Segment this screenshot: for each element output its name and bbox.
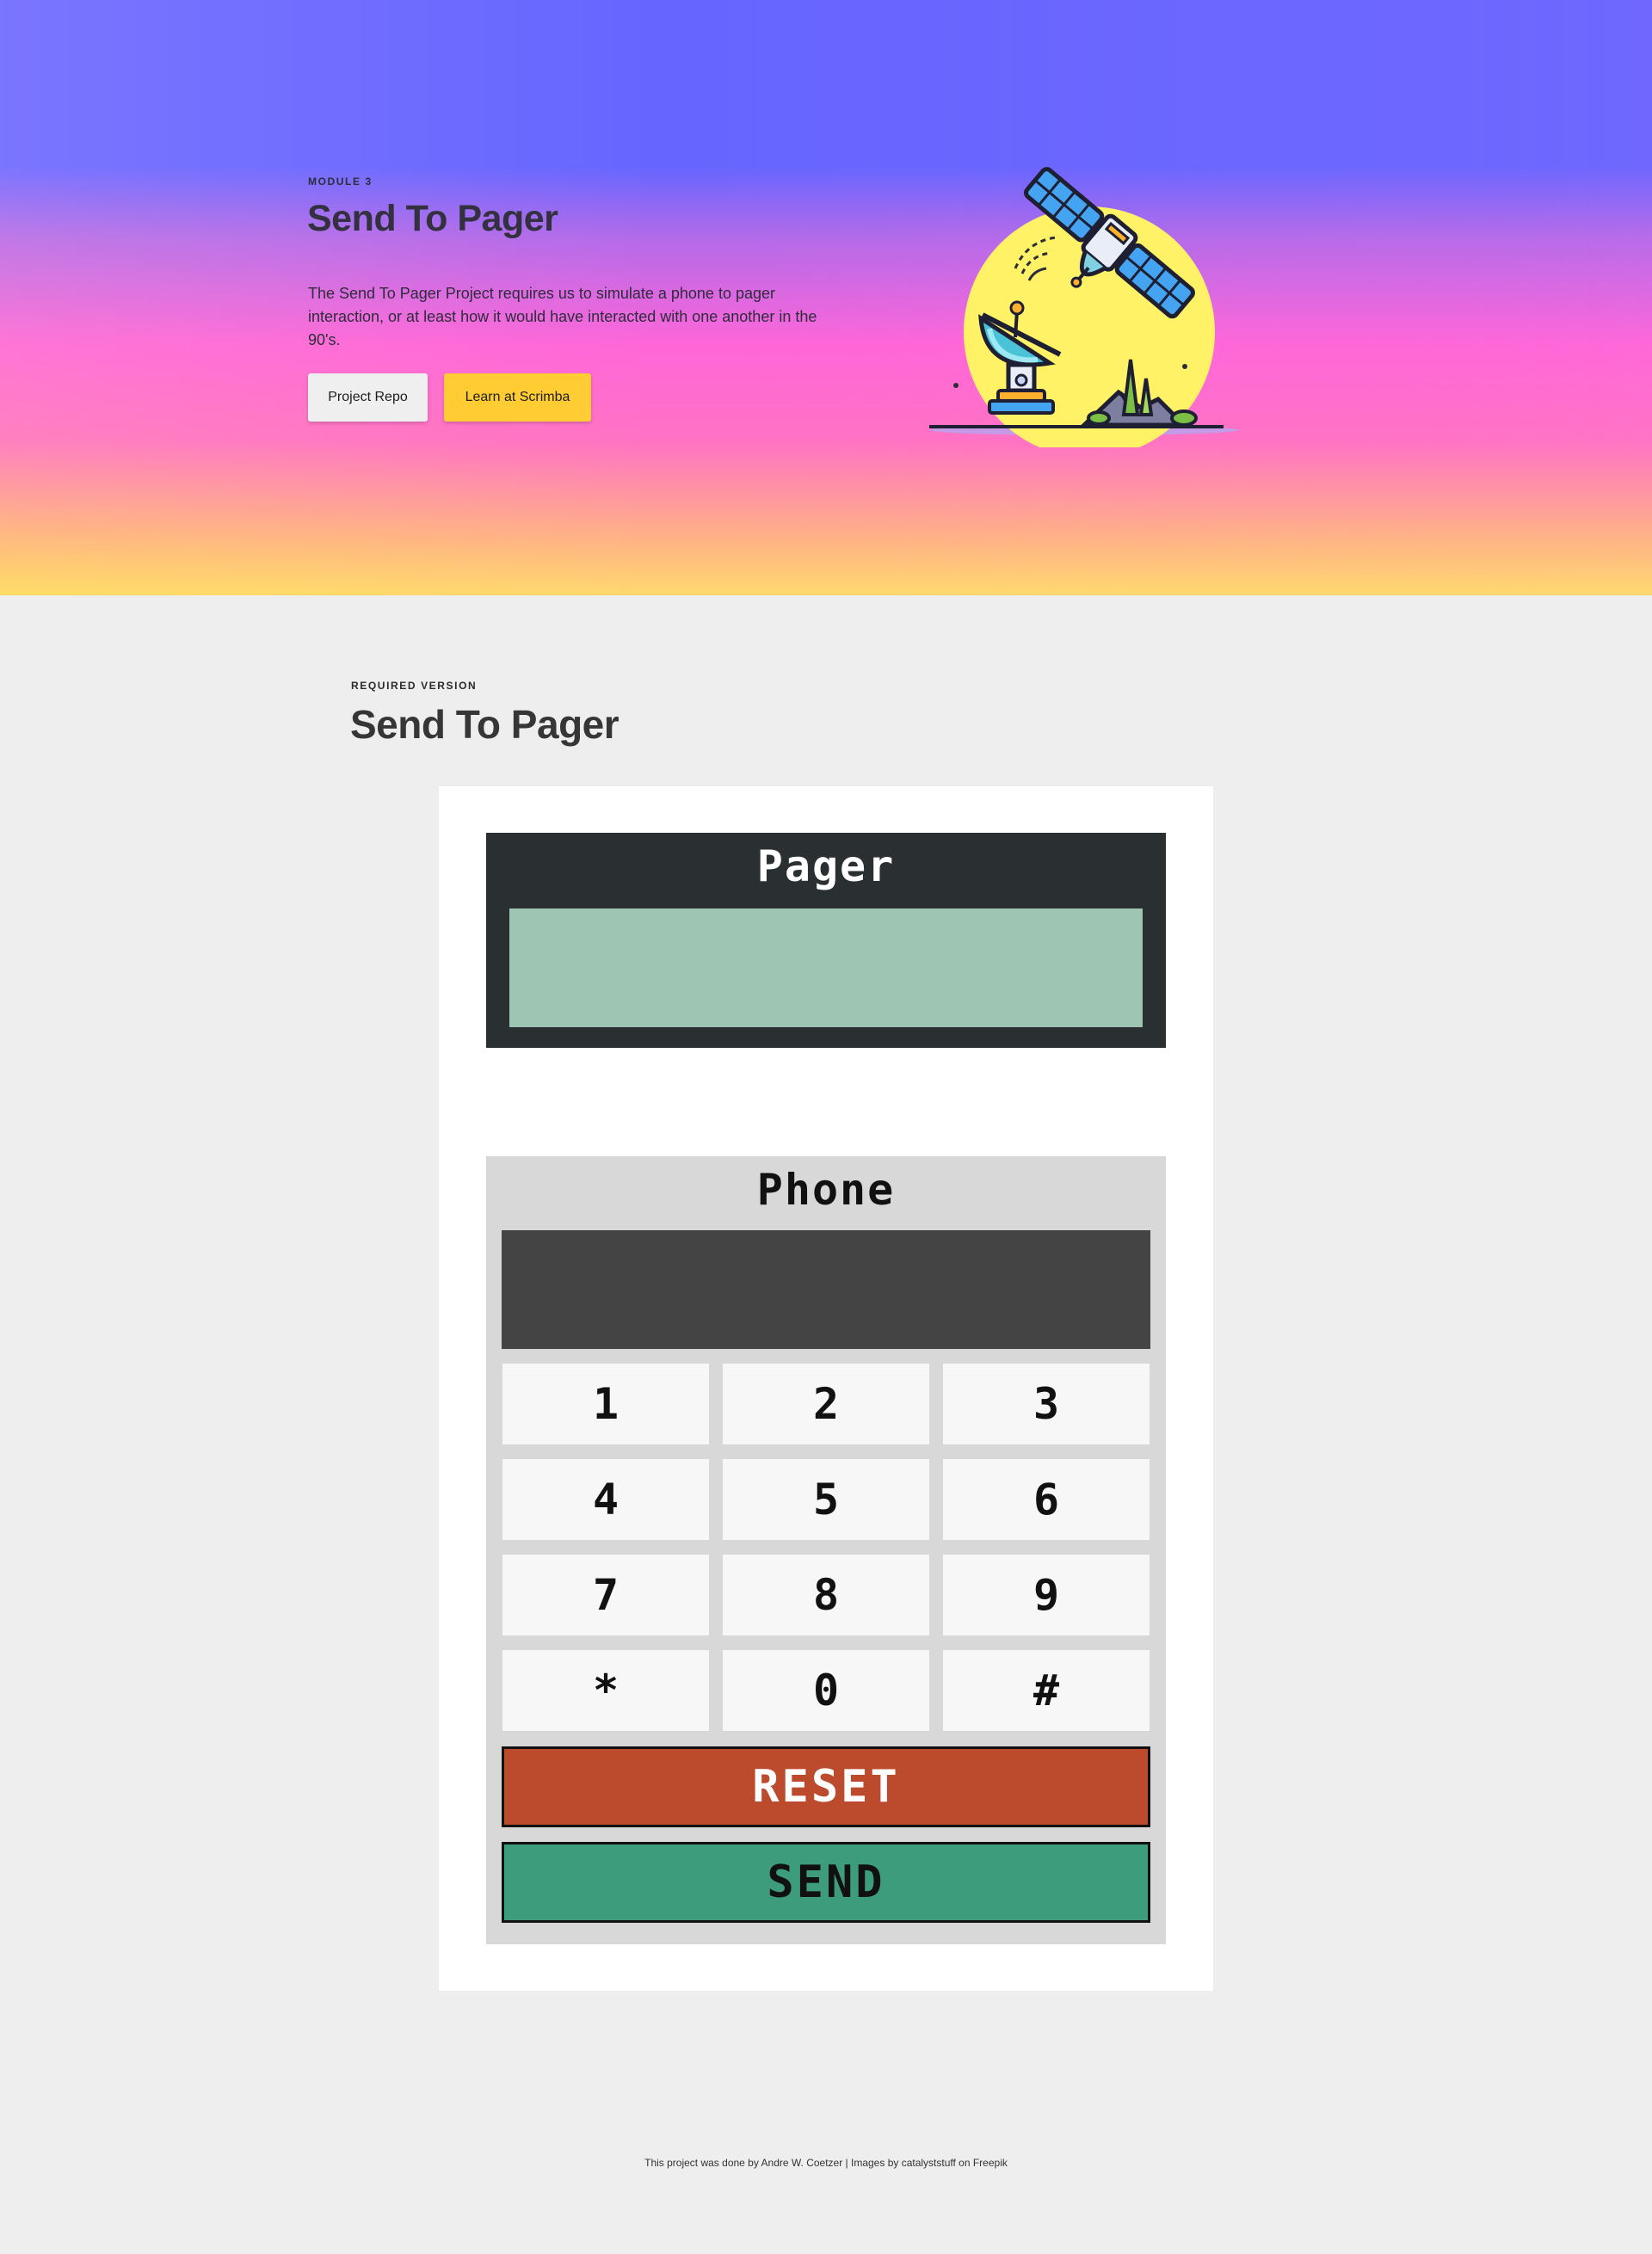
- key-8[interactable]: 8: [723, 1555, 929, 1635]
- satellite-dish-illustration: [929, 167, 1239, 447]
- phone-device: Phone 1 2 3 4 5 6 7 8 9 * 0 # RESET SEND: [486, 1156, 1166, 1944]
- hero-description: The Send To Pager Project requires us to…: [308, 285, 817, 348]
- key-0[interactable]: 0: [723, 1650, 929, 1731]
- pager-device: Pager: [486, 833, 1166, 1048]
- section-kicker: REQUIRED VERSION: [351, 680, 478, 692]
- phone-title: Phone: [756, 1165, 896, 1215]
- key-4[interactable]: 4: [502, 1459, 709, 1540]
- phone-keypad: 1 2 3 4 5 6 7 8 9 * 0 #: [502, 1364, 1150, 1731]
- key-1[interactable]: 1: [502, 1364, 709, 1444]
- key-6[interactable]: 6: [943, 1459, 1150, 1540]
- key-3[interactable]: 3: [943, 1364, 1150, 1444]
- section-title: Send To Pager: [350, 702, 620, 747]
- send-button[interactable]: SEND: [502, 1842, 1150, 1923]
- pager-display: [509, 908, 1143, 1027]
- learn-at-scrimba-button[interactable]: Learn at Scrimba: [444, 373, 591, 422]
- hero-title: Send To Pager: [307, 198, 558, 239]
- key-2[interactable]: 2: [723, 1364, 929, 1444]
- phone-display: [502, 1230, 1150, 1349]
- reset-button[interactable]: RESET: [502, 1746, 1150, 1827]
- pager-title: Pager: [756, 841, 896, 891]
- key-7[interactable]: 7: [502, 1555, 709, 1635]
- hero-kicker: MODULE 3: [308, 176, 373, 188]
- project-repo-button[interactable]: Project Repo: [308, 373, 428, 422]
- hero-banner: MODULE 3 Send To Pager The Send To Pager…: [0, 0, 1652, 595]
- key-hash[interactable]: #: [943, 1650, 1150, 1731]
- key-9[interactable]: 9: [943, 1555, 1150, 1635]
- footer-credit: This project was done by Andre W. Coetze…: [644, 2157, 1008, 2169]
- key-star[interactable]: *: [502, 1650, 709, 1731]
- key-5[interactable]: 5: [723, 1459, 929, 1540]
